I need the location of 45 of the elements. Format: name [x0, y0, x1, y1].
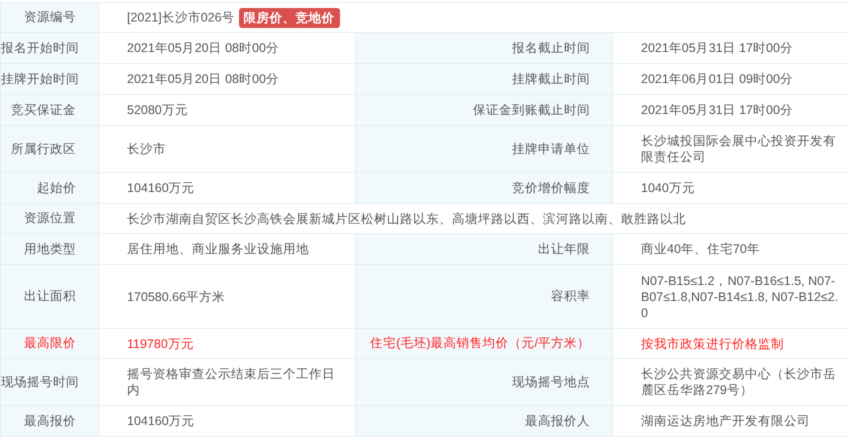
- field-label: 用地类型: [0, 234, 98, 264]
- field-label: 现场摇号时间: [0, 358, 98, 406]
- field-label: 资源编号: [0, 2, 98, 32]
- field-value: 119780万元: [98, 328, 356, 358]
- field-label: 出让面积: [0, 264, 98, 328]
- field-value: 长沙市湖南自贸区长沙高铁会展新城片区松树山路以东、高塘坪路以西、滨河路以南、敢胜路以北: [98, 204, 850, 234]
- field-label: 最高报价人: [356, 406, 612, 436]
- tag: 限房价、竞地价: [238, 8, 340, 28]
- field-value: 170580.66平方米: [98, 264, 356, 328]
- field-label: 报名截止时间: [356, 32, 612, 64]
- field-label: 容积率: [356, 264, 612, 328]
- field-value: 2021年05月20日 08时00分: [98, 64, 356, 94]
- field-label: 所属行政区: [0, 126, 98, 172]
- field-label: 挂牌截止时间: [356, 64, 612, 94]
- field-value: 摇号资格审查公示结束后三个工作日内: [98, 358, 356, 406]
- field-label: 出让年限: [356, 234, 612, 264]
- field-label: 起始价: [0, 172, 98, 204]
- field-label: 现场摇号地点: [356, 358, 612, 406]
- field-label: 保证金到账截止时间: [356, 94, 612, 126]
- field-value: 52080万元: [98, 94, 356, 126]
- field-value: 长沙城投国际会展中心投资开发有限责任公司: [612, 126, 850, 172]
- field-label: 报名开始时间: [0, 32, 98, 64]
- field-value: 1040万元: [612, 172, 850, 204]
- field-value: 长沙公共资源交易中心（长沙市岳麓区岳华路279号）: [612, 358, 850, 406]
- field-value: 2021年05月31日 17时00分: [612, 94, 850, 126]
- field-value: 湖南运达房地产开发有限公司: [612, 406, 850, 436]
- field-value: 按我市政策进行价格监制: [612, 328, 850, 358]
- field-value: 商业40年、住宅70年: [612, 234, 850, 264]
- field-value: 104160万元: [98, 172, 356, 204]
- resource-number: [2021]长沙市026号: [127, 10, 235, 24]
- field-value: N07-B15≤1.2，N07-B16≤1.5, N07-B07≤1.8,N07-B14≤1.8, N07-B12≤2.0: [612, 264, 850, 328]
- field-label: 挂牌申请单位: [356, 126, 612, 172]
- field-label: 挂牌开始时间: [0, 64, 98, 94]
- field-label: 竞价增价幅度: [356, 172, 612, 204]
- field-label: 最高限价: [0, 328, 98, 358]
- field-value: 2021年05月20日 08时00分: [98, 32, 356, 64]
- field-value: 2021年06月01日 09时00分: [612, 64, 850, 94]
- field-value: 104160万元: [98, 406, 356, 436]
- field-value: 居住用地、商业服务业设施用地: [98, 234, 356, 264]
- field-value: 2021年05月31日 17时00分: [612, 32, 850, 64]
- field-label: 住宅(毛坯)最高销售均价（元/平方米）: [356, 328, 612, 358]
- field-value: 长沙市: [98, 126, 356, 172]
- field-label: 最高报价: [0, 406, 98, 436]
- field-label: 资源位置: [0, 204, 98, 234]
- field-label: 竞买保证金: [0, 94, 98, 126]
